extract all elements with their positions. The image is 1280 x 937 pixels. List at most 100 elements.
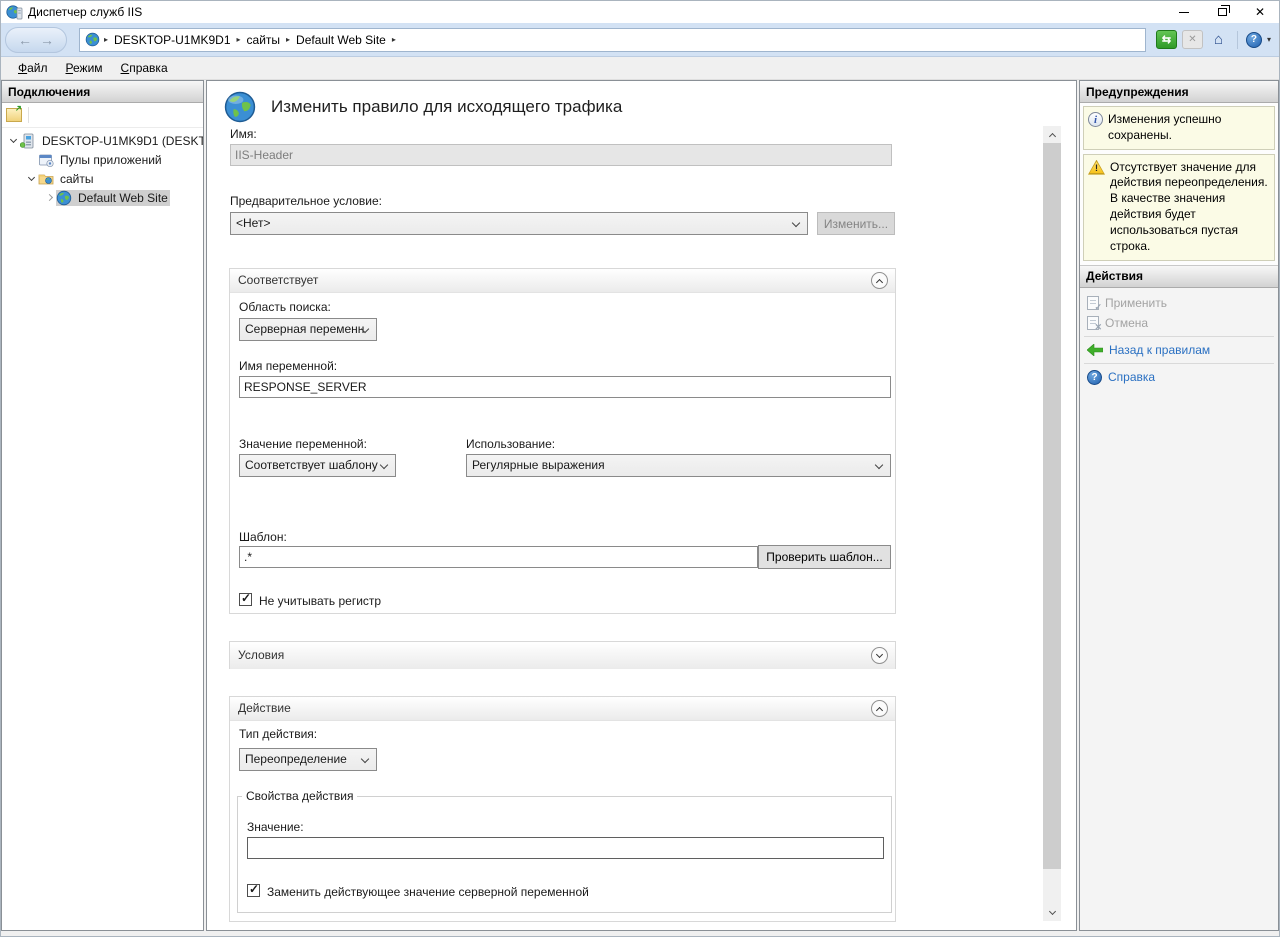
actions-list: ✓ Применить ✕ Отмена Назад к правилам ? xyxy=(1080,288,1278,393)
expand-section-icon[interactable] xyxy=(871,647,888,664)
edit-precondition-button[interactable]: Изменить... xyxy=(817,212,895,235)
minimize-icon xyxy=(1179,12,1189,13)
connections-tree: DESKTOP-U1MK9D1 (DESKTOP Пулы приложений… xyxy=(2,128,203,207)
scope-select[interactable]: Серверная переменн xyxy=(239,318,377,341)
minimize-button[interactable] xyxy=(1165,1,1203,23)
collapse-section-icon[interactable] xyxy=(871,700,888,717)
replace-value-label: Заменить действующее значение серверной … xyxy=(267,885,589,899)
value-field[interactable] xyxy=(247,837,884,859)
cancel-action[interactable]: ✕ Отмена xyxy=(1080,313,1278,333)
tree-item-app-pools[interactable]: Пулы приложений xyxy=(2,150,203,169)
scroll-up-icon[interactable] xyxy=(1043,126,1061,143)
info-alert: i Изменения успешно сохранены. xyxy=(1083,106,1275,150)
menu-file[interactable]: Файл xyxy=(9,58,57,78)
precondition-label: Предварительное условие: xyxy=(230,194,382,208)
help-action[interactable]: ? Справка xyxy=(1080,367,1278,388)
divider xyxy=(1237,31,1238,49)
sites-folder-icon xyxy=(38,171,55,187)
refresh-icon[interactable]: ⇆ xyxy=(1156,30,1177,49)
action-section: Действие Тип действия: Переопределение С… xyxy=(229,696,896,922)
test-pattern-button[interactable]: Проверить шаблон... xyxy=(758,545,891,569)
conditions-section-header[interactable]: Условия xyxy=(230,642,895,669)
forward-button[interactable]: → xyxy=(40,33,54,47)
tree-item-sites[interactable]: сайты xyxy=(2,169,203,188)
close-button[interactable]: ✕ xyxy=(1241,1,1279,23)
variable-name-field[interactable] xyxy=(239,376,891,398)
collapse-chevron-icon[interactable] xyxy=(6,139,20,142)
action-type-select[interactable]: Переопределение xyxy=(239,748,377,771)
back-button[interactable]: ← xyxy=(18,33,32,47)
restore-button[interactable] xyxy=(1203,1,1241,23)
address-bar-actions: ⇆ ✕ ⌂ ? ▾ xyxy=(1156,30,1271,49)
warning-alert: ! Отсутствует значение для действия пере… xyxy=(1083,154,1275,261)
scope-label: Область поиска: xyxy=(239,300,331,314)
navigation-cluster: ← → xyxy=(5,27,67,53)
stop-icon[interactable]: ✕ xyxy=(1182,30,1203,49)
replace-value-checkbox[interactable] xyxy=(247,884,260,897)
breadcrumb-default-web-site[interactable]: Default Web Site xyxy=(296,33,386,47)
using-select[interactable]: Регулярные выражения xyxy=(466,454,891,477)
help-dropdown-caret-icon[interactable]: ▾ xyxy=(1267,35,1271,44)
create-connection-icon[interactable] xyxy=(6,108,22,122)
menu-help[interactable]: Справка xyxy=(112,58,177,78)
home-icon[interactable]: ⌂ xyxy=(1208,30,1229,49)
bottom-strip xyxy=(1,931,1279,937)
value-label: Значение: xyxy=(247,820,304,834)
iis-manager-window: Диспетчер служб IIS ✕ ← → ▸ DESKTOP-U1MK… xyxy=(0,0,1280,937)
connections-toolbar xyxy=(2,103,203,128)
address-bar: ← → ▸ DESKTOP-U1MK9D1 ▸ сайты ▸ Default … xyxy=(1,23,1279,57)
name-field[interactable] xyxy=(230,144,892,166)
page-title: Изменить правило для исходящего трафика xyxy=(271,97,622,117)
conditions-section: Условия xyxy=(229,641,896,669)
back-to-rules-label: Назад к правилам xyxy=(1109,343,1210,357)
name-label: Имя: xyxy=(230,127,257,141)
tree-item-label: DESKTOP-U1MK9D1 (DESKTOP xyxy=(40,133,203,149)
action-section-header[interactable]: Действие xyxy=(230,697,895,721)
breadcrumb-sites[interactable]: сайты xyxy=(247,33,281,47)
tree-item-default-web-site[interactable]: Default Web Site xyxy=(2,188,203,207)
menu-bar: Файл Режим Справка xyxy=(1,57,1279,80)
menu-view[interactable]: Режим xyxy=(57,58,112,78)
apply-label: Применить xyxy=(1105,296,1167,310)
ignore-case-checkbox[interactable] xyxy=(239,593,252,606)
alert-text: Изменения успешно сохранены. xyxy=(1108,112,1270,144)
vertical-scrollbar[interactable] xyxy=(1043,126,1061,921)
rule-editor-panel: Изменить правило для исходящего трафика … xyxy=(206,80,1077,931)
precondition-select[interactable]: <Нет> xyxy=(230,212,808,235)
breadcrumb-separator: ▸ xyxy=(286,35,290,44)
breadcrumb-server[interactable]: DESKTOP-U1MK9D1 xyxy=(114,33,230,47)
expand-chevron-icon[interactable] xyxy=(42,195,56,200)
breadcrumb-separator: ▸ xyxy=(237,35,241,44)
collapse-chevron-icon[interactable] xyxy=(24,177,38,180)
collapse-section-icon[interactable] xyxy=(871,272,888,289)
help-icon: ? xyxy=(1087,370,1102,385)
variable-name-label: Имя переменной: xyxy=(239,359,337,373)
app-icon xyxy=(6,4,23,20)
help-icon[interactable]: ? xyxy=(1246,32,1262,48)
alert-text: Отсутствует значение для действия переоп… xyxy=(1110,160,1270,255)
connections-header: Подключения xyxy=(2,81,203,103)
web-site-globe-icon xyxy=(56,190,73,206)
match-section: Соответствует Область поиска: Серверная … xyxy=(229,268,896,614)
using-label: Использование: xyxy=(466,437,555,451)
tree-item-server[interactable]: DESKTOP-U1MK9D1 (DESKTOP xyxy=(2,131,203,150)
match-section-header[interactable]: Соответствует xyxy=(230,269,895,293)
back-to-rules-action[interactable]: Назад к правилам xyxy=(1080,340,1278,360)
breadcrumb-separator: ▸ xyxy=(392,35,396,44)
breadcrumb[interactable]: ▸ DESKTOP-U1MK9D1 ▸ сайты ▸ Default Web … xyxy=(79,28,1146,52)
breadcrumb-separator: ▸ xyxy=(104,35,108,44)
action-properties-legend: Свойства действия xyxy=(242,789,357,803)
pattern-field[interactable] xyxy=(239,546,758,568)
action-properties-group: Свойства действия Значение: Заменить дей… xyxy=(237,789,892,913)
scroll-down-icon[interactable] xyxy=(1043,904,1061,921)
actions-header: Действия xyxy=(1080,266,1278,288)
scrollbar-thumb[interactable] xyxy=(1043,143,1061,869)
apply-action[interactable]: ✓ Применить xyxy=(1080,293,1278,313)
close-icon: ✕ xyxy=(1255,5,1265,19)
right-panel: Предупреждения i Изменения успешно сохра… xyxy=(1079,80,1279,931)
tree-item-label: Default Web Site xyxy=(76,190,170,206)
tree-item-label: Пулы приложений xyxy=(58,152,164,168)
variable-value-select[interactable]: Соответствует шаблону xyxy=(239,454,396,477)
window-controls: ✕ xyxy=(1165,1,1279,23)
divider xyxy=(1084,363,1274,364)
